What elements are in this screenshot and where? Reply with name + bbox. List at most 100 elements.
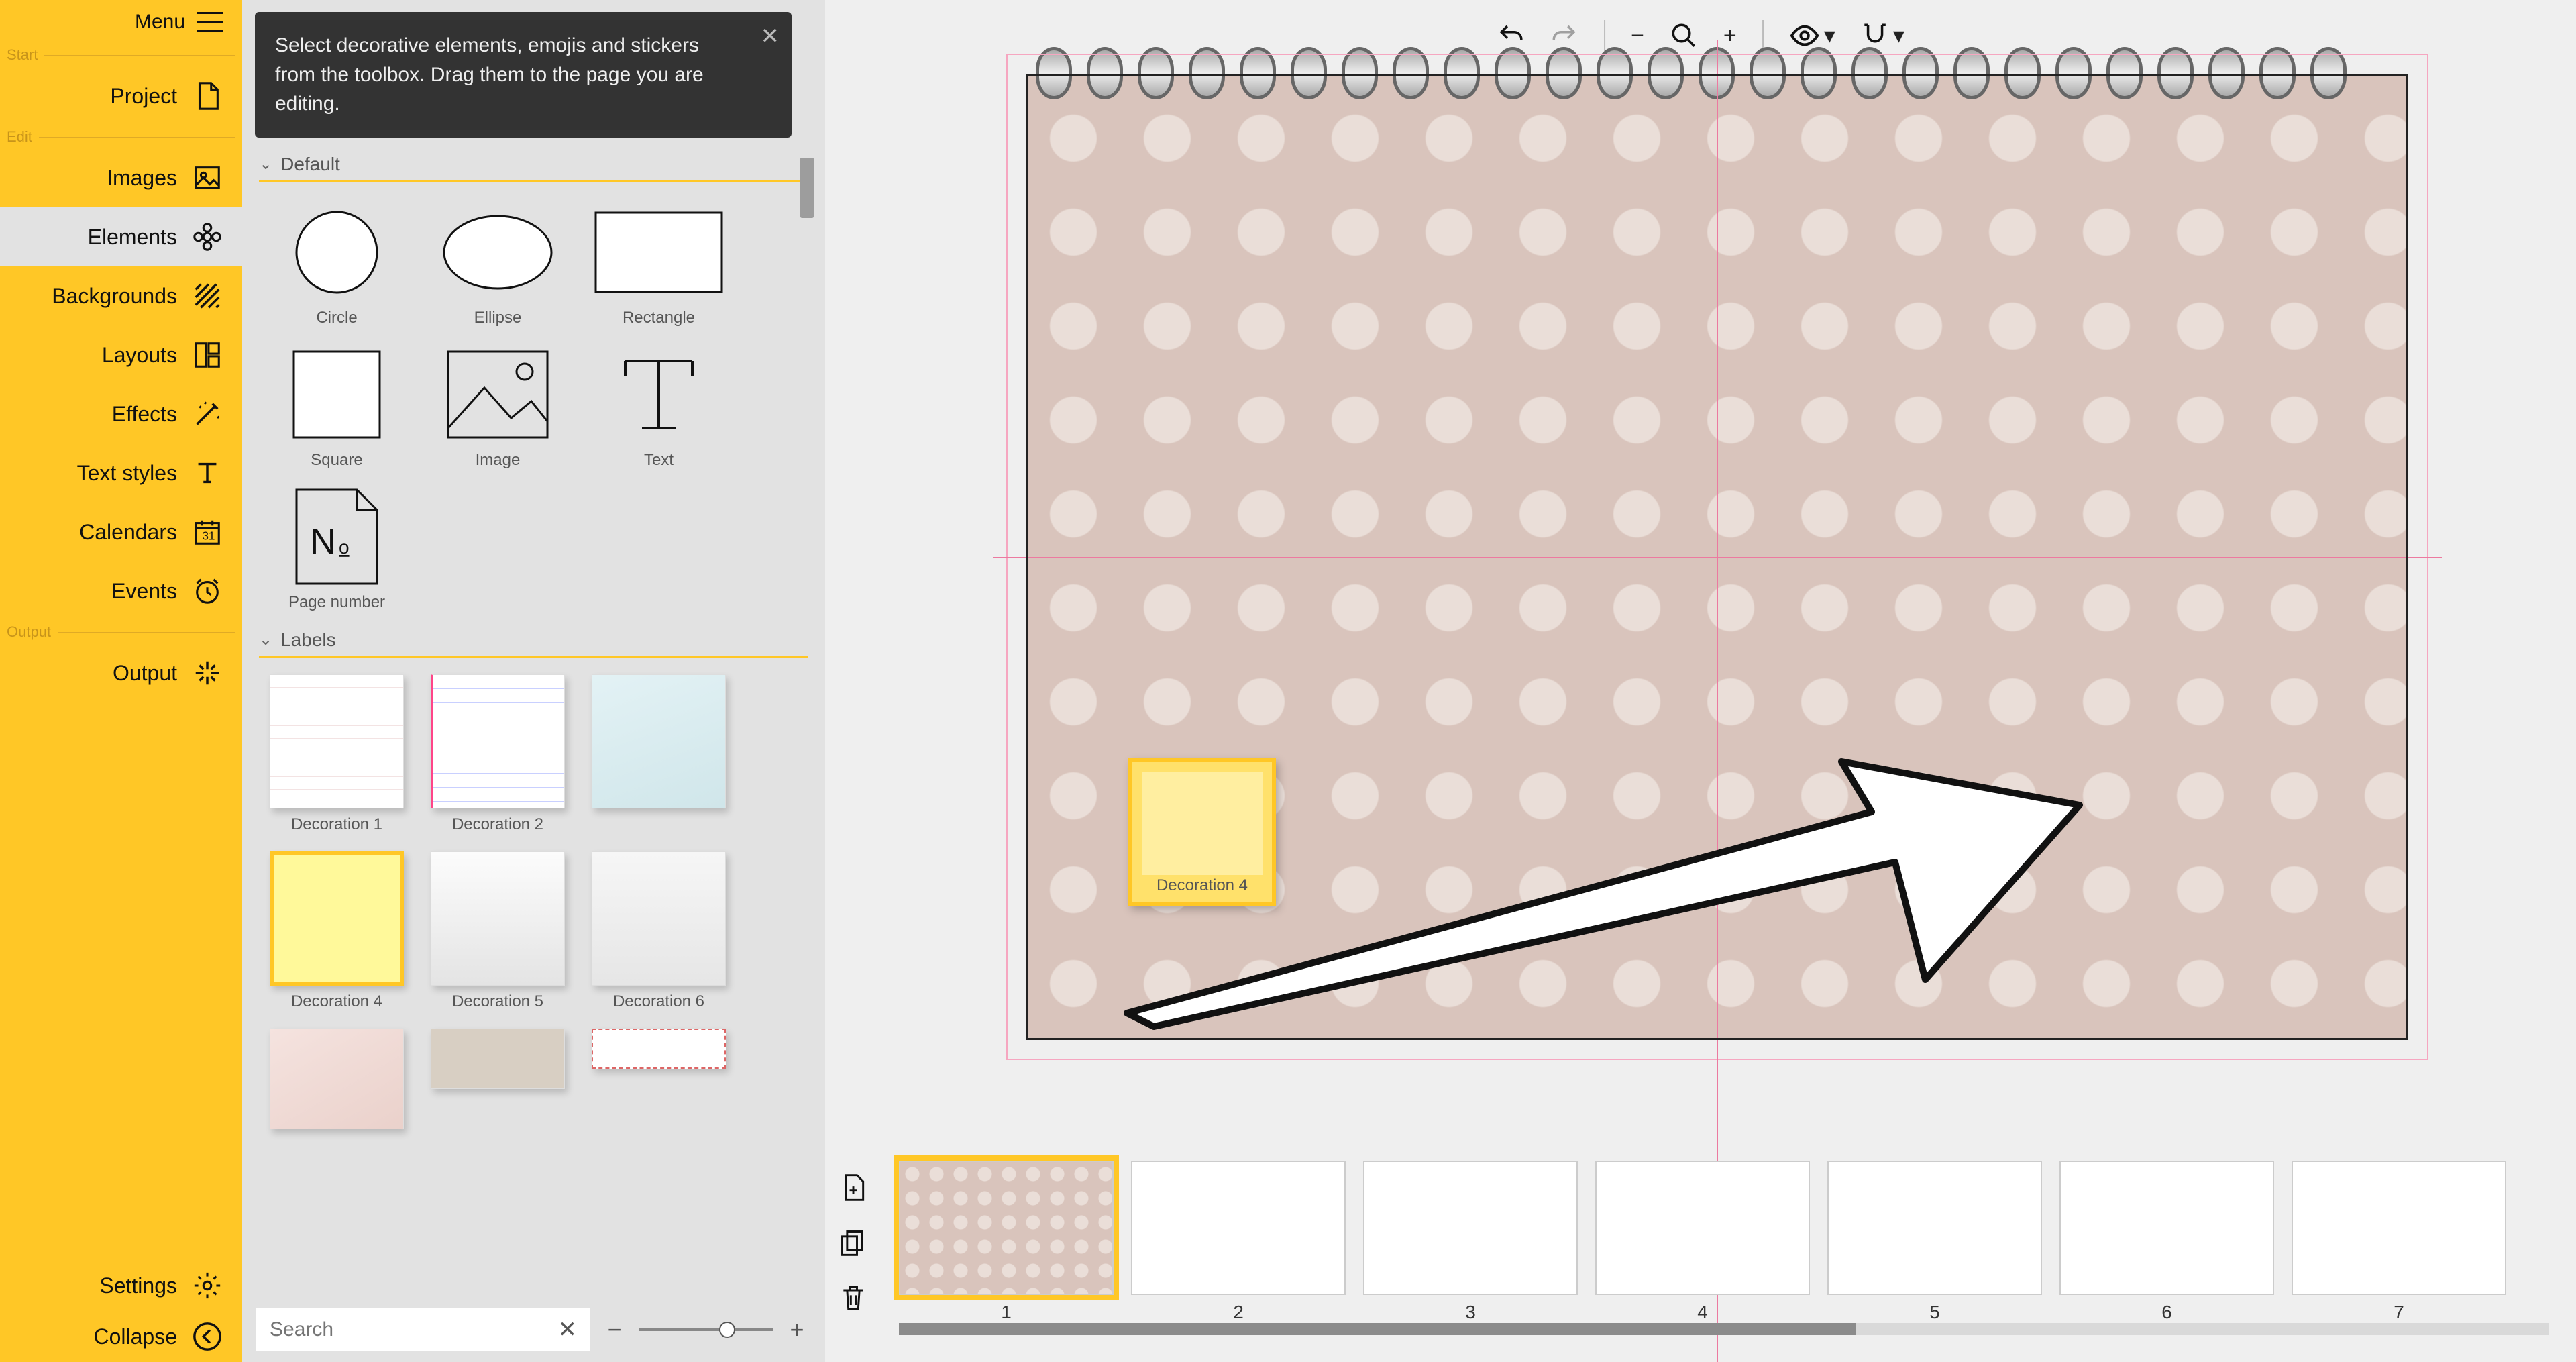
shape-circle[interactable]: Circle (256, 199, 417, 327)
caret-down-icon: ▾ (1824, 22, 1835, 49)
page-thumb-4[interactable] (1595, 1161, 1810, 1295)
decoration-7[interactable] (256, 1029, 417, 1129)
panel-zoom-out[interactable]: − (601, 1316, 628, 1344)
nav-project[interactable]: Project (0, 66, 241, 125)
nav-settings[interactable]: Settings (0, 1260, 241, 1311)
nav-events[interactable]: Events (0, 562, 241, 621)
zoom-out-button[interactable]: − (1631, 23, 1644, 49)
nav-layouts[interactable]: Layouts (0, 325, 241, 384)
clear-icon[interactable]: ✕ (558, 1316, 578, 1343)
menu-button[interactable]: Menu (0, 0, 241, 44)
thumbnail-scrollbar[interactable] (899, 1323, 2549, 1335)
shape-text[interactable]: Text (578, 341, 739, 470)
decoration-3[interactable] (578, 674, 739, 834)
nav-elements[interactable]: Elements (0, 207, 241, 266)
sparkle-icon (192, 658, 223, 688)
group-labels-label: Labels (280, 629, 336, 651)
decoration-4-label: Decoration 4 (291, 992, 382, 1011)
shape-ellipse[interactable]: Ellipse (417, 199, 578, 327)
layout-icon (192, 339, 223, 370)
canvas-area: − + ▾ ▾ Decoration 4 1 2 3 4 5 (825, 0, 2576, 1362)
page-thumb-7[interactable] (2292, 1161, 2506, 1295)
search-input[interactable]: ✕ (256, 1308, 590, 1351)
nav-output-label: Output (113, 661, 177, 686)
nav-backgrounds[interactable]: Backgrounds (0, 266, 241, 325)
group-divider (259, 656, 808, 658)
shape-square-label: Square (311, 451, 362, 470)
shape-image-label: Image (476, 451, 521, 470)
shape-ellipse-label: Ellipse (474, 309, 522, 327)
file-icon (192, 81, 223, 111)
close-icon[interactable]: ✕ (761, 20, 780, 53)
nav-effects[interactable]: Effects (0, 384, 241, 443)
panel-zoom-in[interactable]: + (784, 1316, 810, 1344)
page-thumb-1-num: 1 (1001, 1302, 1012, 1323)
nav-collapse-label: Collapse (93, 1324, 177, 1349)
nav-images-label: Images (107, 166, 177, 191)
page-thumb-6[interactable] (2059, 1161, 2274, 1295)
shape-page-number-label: Page number (288, 593, 385, 612)
sidebar-section-start: Start (0, 44, 241, 66)
page-thumb-7-num: 7 (2394, 1302, 2404, 1323)
decoration-9[interactable] (578, 1029, 739, 1129)
redo-button[interactable] (1550, 21, 1578, 50)
menu-label: Menu (135, 11, 185, 34)
shape-square[interactable]: Square (256, 341, 417, 470)
group-default-label: Default (280, 154, 340, 175)
page-thumb-2[interactable] (1131, 1161, 1346, 1295)
decoration-8[interactable] (417, 1029, 578, 1129)
decoration-2[interactable]: Decoration 2 (417, 674, 578, 834)
page-thumb-5-num: 5 (1929, 1302, 1940, 1323)
panel-scrollbar[interactable] (800, 158, 814, 218)
page-thumb-1[interactable] (899, 1161, 1114, 1295)
nav-effects-label: Effects (112, 402, 177, 427)
page-thumb-6-num: 6 (2161, 1302, 2172, 1323)
shape-page-number[interactable]: No Page number (256, 483, 417, 612)
help-tip-text: Select decorative elements, emojis and s… (275, 34, 704, 115)
nav-settings-label: Settings (99, 1273, 177, 1298)
panel-zoom-slider[interactable] (639, 1328, 773, 1331)
nav-text-styles[interactable]: Text styles (0, 443, 241, 503)
nav-output[interactable]: Output (0, 643, 241, 702)
shape-rectangle-label: Rectangle (623, 309, 695, 327)
nav-events-label: Events (111, 579, 177, 604)
page-thumb-5[interactable] (1827, 1161, 2042, 1295)
decoration-5-label: Decoration 5 (452, 992, 543, 1011)
nav-calendars-label: Calendars (79, 520, 177, 545)
delete-page-button[interactable] (836, 1280, 871, 1315)
calendar-icon: 31 (192, 517, 223, 547)
undo-button[interactable] (1497, 21, 1525, 50)
hatch-icon (192, 280, 223, 311)
group-default[interactable]: ⌄ Default (241, 150, 825, 179)
zoom-in-button[interactable]: + (1723, 23, 1737, 49)
decoration-6-label: Decoration 6 (613, 992, 704, 1011)
shape-rectangle[interactable]: Rectangle (578, 199, 739, 327)
design-page[interactable]: Decoration 4 (1026, 74, 2408, 1040)
dropped-decoration-4[interactable]: Decoration 4 (1128, 758, 1276, 906)
shape-text-label: Text (644, 451, 674, 470)
zoom-fit-button[interactable] (1670, 21, 1698, 50)
nav-images[interactable]: Images (0, 148, 241, 207)
group-labels[interactable]: ⌄ Labels (241, 625, 825, 655)
svg-text:o: o (339, 537, 350, 558)
nav-calendars[interactable]: Calendars 31 (0, 503, 241, 562)
duplicate-page-button[interactable] (836, 1225, 871, 1260)
decoration-1[interactable]: Decoration 1 (256, 674, 417, 834)
chevron-down-icon: ⌄ (259, 154, 272, 174)
decoration-4[interactable]: Decoration 4 (256, 851, 417, 1011)
page-thumb-3[interactable] (1363, 1161, 1578, 1295)
shape-image[interactable]: Image (417, 341, 578, 470)
add-page-button[interactable] (836, 1170, 871, 1205)
nav-backgrounds-label: Backgrounds (52, 284, 177, 309)
decoration-1-label: Decoration 1 (291, 815, 382, 834)
nav-collapse[interactable]: Collapse (0, 1311, 241, 1362)
decoration-5[interactable]: Decoration 5 (417, 851, 578, 1011)
elements-panel: Select decorative elements, emojis and s… (241, 0, 825, 1362)
hamburger-icon (197, 12, 223, 32)
gear-icon (192, 1270, 223, 1301)
decoration-6[interactable]: Decoration 6 (578, 851, 739, 1011)
nav-text-styles-label: Text styles (77, 461, 177, 486)
search-field[interactable] (270, 1318, 558, 1341)
dropped-decoration-4-label: Decoration 4 (1157, 876, 1248, 895)
snap-button[interactable]: ▾ (1861, 21, 1904, 50)
